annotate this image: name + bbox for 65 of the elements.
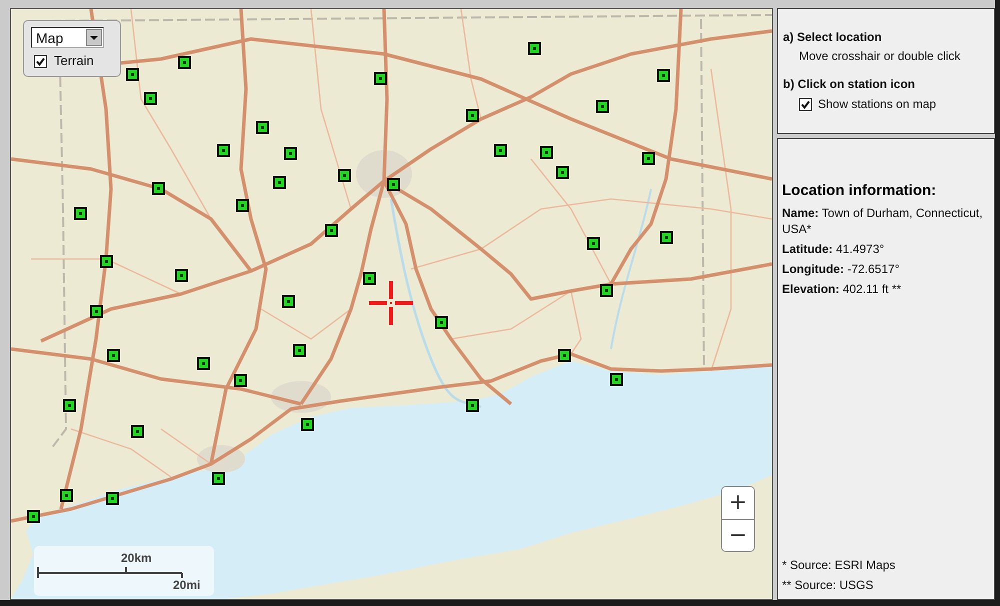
station-icon[interactable] [107, 349, 120, 362]
station-icon[interactable] [466, 399, 479, 412]
scale-label: 20mi [173, 578, 200, 592]
station-icon[interactable] [126, 68, 139, 81]
station-icon[interactable] [90, 305, 103, 318]
station-icon[interactable] [363, 272, 376, 285]
station-icon[interactable] [197, 357, 210, 370]
station-icon[interactable] [587, 237, 600, 250]
source-note: * Source: ESRI Maps [782, 557, 896, 574]
info-field: Elevation: 402.11 ft ** [782, 281, 990, 297]
station-icon[interactable] [175, 269, 188, 282]
station-icon[interactable] [100, 255, 113, 268]
station-icon[interactable] [131, 425, 144, 438]
terrain-checkbox[interactable] [34, 54, 47, 68]
info-field: Latitude: 41.4973° [782, 241, 990, 257]
crosshair-icon[interactable] [369, 281, 413, 325]
station-icon[interactable] [217, 144, 230, 157]
info-field: Name: Town of Durham, Connecticut, USA* [782, 205, 990, 237]
station-icon[interactable] [528, 42, 541, 55]
zoom-out-button[interactable]: − [722, 519, 754, 551]
station-icon[interactable] [387, 178, 400, 191]
station-icon[interactable] [435, 316, 448, 329]
station-icon[interactable] [236, 199, 249, 212]
station-icon[interactable] [234, 374, 247, 387]
station-icon[interactable] [596, 100, 609, 113]
station-icon[interactable] [152, 182, 165, 195]
station-icon[interactable] [556, 166, 569, 179]
checkbox-label: Show stations on map [818, 96, 936, 112]
station-icon[interactable] [494, 144, 507, 157]
station-icon[interactable] [558, 349, 571, 362]
station-icon[interactable] [338, 169, 351, 182]
station-icon[interactable] [60, 489, 73, 502]
station-icon[interactable] [282, 295, 295, 308]
station-icon[interactable] [284, 147, 297, 160]
info-heading: Location information: [782, 181, 938, 201]
station-icon[interactable] [466, 109, 479, 122]
station-icon[interactable] [178, 56, 191, 69]
station-icon[interactable] [657, 69, 670, 82]
station-icon[interactable] [74, 207, 87, 220]
station-icon[interactable] [301, 418, 314, 431]
caret-icon[interactable] [86, 29, 102, 46]
station-icon[interactable] [273, 176, 286, 189]
station-icon[interactable] [27, 510, 40, 523]
station-icon[interactable] [610, 373, 623, 386]
station-icon[interactable] [374, 72, 387, 85]
station-icon[interactable] [293, 344, 306, 357]
station-icon[interactable] [660, 231, 673, 244]
source-note: ** Source: USGS [782, 577, 874, 594]
station-icon[interactable] [212, 472, 225, 485]
step-title: a) Select location [783, 29, 883, 46]
station-icon[interactable] [144, 92, 157, 105]
station-icon[interactable] [256, 121, 269, 134]
show-stations-checkbox[interactable] [799, 98, 812, 110]
scale-label: 20km [121, 551, 152, 565]
station-icon[interactable] [325, 224, 338, 237]
map-type-dropdown[interactable]: Map [31, 27, 104, 48]
info-field: Longitude: -72.6517° [782, 261, 990, 277]
station-icon[interactable] [106, 492, 119, 505]
station-icon[interactable] [63, 399, 76, 412]
checkbox-label: Terrain [54, 53, 94, 69]
station-icon[interactable] [540, 146, 553, 159]
station-icon[interactable] [642, 152, 655, 165]
station-icon[interactable] [600, 284, 613, 297]
step-title: b) Click on station icon [783, 76, 916, 93]
step-hint: Move crosshair or double click [799, 48, 962, 65]
